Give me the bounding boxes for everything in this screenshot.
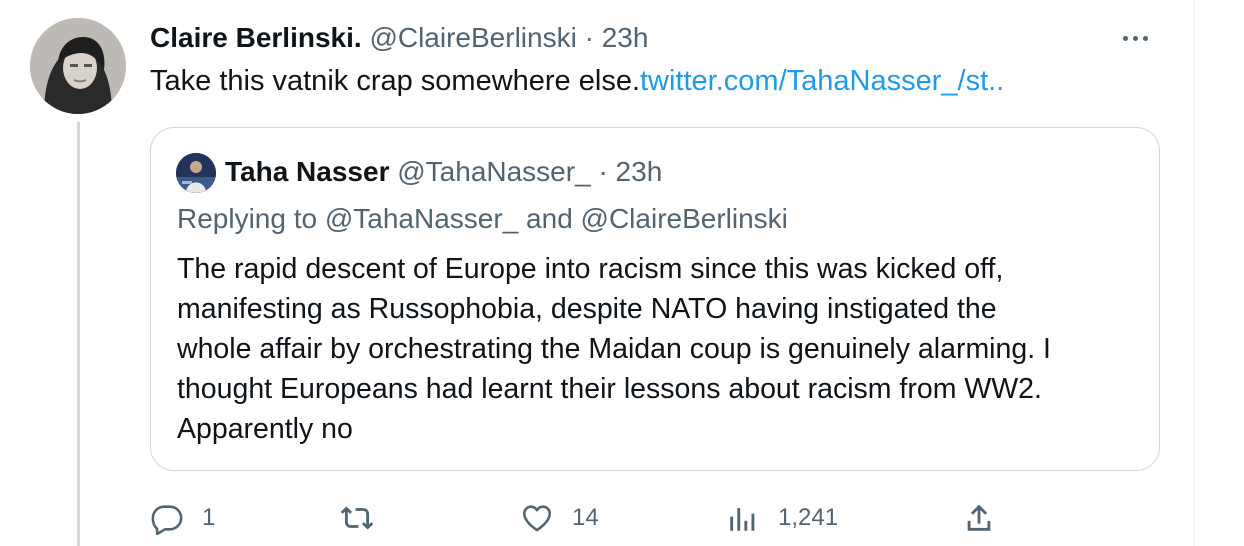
reply-count: 1 (202, 504, 216, 531)
quote-author-avatar (176, 153, 216, 193)
quote-author-handle: @TahaNasser_ (397, 156, 591, 187)
quote-header: Taha Nasser @TahaNasser_ · 23h (225, 152, 662, 192)
quote-timestamp: 23h (615, 156, 663, 187)
column-divider (1194, 0, 1195, 546)
like-icon (522, 505, 552, 532)
tweet-body: Take this vatnik crap somewhere else. (150, 65, 640, 97)
quoted-tweet-card[interactable]: Taha Nasser @TahaNasser_ · 23h Replying … (150, 127, 1160, 471)
views-button[interactable]: 1,241 (726, 498, 838, 538)
more-dot (1132, 35, 1138, 41)
share-button[interactable] (962, 498, 996, 538)
author-name[interactable]: Claire Berlinski. (150, 22, 362, 53)
quote-text-line: The rapid descent of Europe into racism … (177, 253, 1004, 285)
time-separator: · (584, 22, 594, 53)
author-handle[interactable]: @ClaireBerlinski (369, 22, 576, 53)
replying-to: Replying to @TahaNasser_ and @ClaireBerl… (177, 203, 788, 234)
tweet-timestamp[interactable]: 23h (602, 22, 649, 53)
action-bar: 1 14 1,241 (150, 498, 1050, 538)
view-count: 1,241 (778, 504, 839, 531)
quoted-tweet-link[interactable]: twitter.com/TahaNasser_/st.. (640, 65, 1004, 97)
quote-text-line: manifesting as Russophobia, despite NATO… (177, 293, 997, 325)
quote-text-line: Apparently no (177, 413, 353, 445)
quote-text-line: whole affair by orchestrating the Maidan… (177, 333, 1051, 365)
thread-line (77, 122, 80, 546)
like-count: 14 (572, 504, 599, 531)
quote-author-name: Taha Nasser (225, 156, 390, 187)
views-icon (730, 508, 755, 531)
more-dot (1142, 35, 1148, 41)
tweet-header: Claire Berlinski. @ClaireBerlinski · 23h (150, 20, 648, 56)
share-icon (967, 504, 991, 531)
author-avatar[interactable] (30, 18, 126, 114)
quote-text: The rapid descent of Europe into racism … (177, 249, 1142, 449)
retweet-button[interactable] (340, 498, 392, 538)
more-icon[interactable] (1117, 26, 1153, 50)
like-button[interactable]: 14 (520, 498, 599, 538)
tweet-text: Take this vatnik crap somewhere else.twi… (150, 62, 1004, 100)
reply-icon (151, 505, 183, 535)
retweet-icon (340, 506, 374, 530)
quote-text-line: thought Europeans had learnt their lesso… (177, 373, 1042, 405)
quote-time-separator: · (598, 156, 608, 187)
more-dot (1122, 35, 1128, 41)
reply-button[interactable]: 1 (150, 498, 215, 538)
